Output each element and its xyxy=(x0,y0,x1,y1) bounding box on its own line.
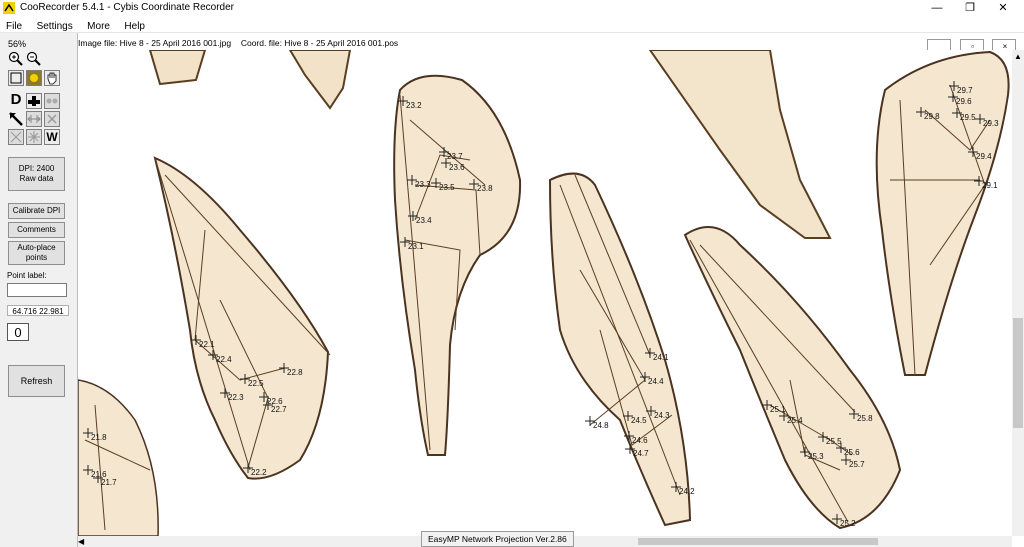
window-title: CooRecorder 5.4.1 - Cybis Coordinate Rec… xyxy=(20,2,234,13)
point-label-input[interactable] xyxy=(7,283,67,297)
auto-place-label-1: Auto-place xyxy=(17,243,56,252)
point-label-text: 22.3 xyxy=(228,393,244,402)
point-label-text: 25.7 xyxy=(849,460,865,469)
point-label-text: 25.8 xyxy=(857,414,873,423)
scroll-up-icon[interactable]: ▲ xyxy=(1013,52,1023,62)
point-label-text: 23.5 xyxy=(439,183,455,192)
point-label-text: 29.8 xyxy=(924,112,940,121)
vertical-scrollbar[interactable]: ▲ xyxy=(1012,50,1024,536)
point-label-text: 29.7 xyxy=(957,86,973,95)
menu-more[interactable]: More xyxy=(81,19,114,32)
app-logo-icon xyxy=(3,2,15,14)
point-label-text: 22.1 xyxy=(199,340,215,349)
point-label-text: 23.1 xyxy=(408,242,424,251)
image-canvas[interactable]: 21.8 21.6 21.7 22.1 22.4 22.5 22.8 22.3 22.6 22.7… xyxy=(78,50,1012,536)
point-label-text: 23.8 xyxy=(477,184,493,193)
point-label-text: 21.7 xyxy=(101,478,117,487)
point-label-text: 21.8 xyxy=(91,433,107,442)
point-label-text: 23.2 xyxy=(406,101,422,110)
dpi-value: DPI: 2400 xyxy=(18,164,55,173)
menu-help[interactable]: Help xyxy=(118,19,149,32)
point-label-text: 29.5 xyxy=(960,113,976,122)
pan-hand-icon[interactable] xyxy=(44,70,60,86)
point-label-text: 24.3 xyxy=(654,411,670,420)
maximize-button[interactable]: ❐ xyxy=(955,0,985,16)
dpi-button[interactable]: DPI: 2400 Raw data xyxy=(8,157,65,191)
point-label-text: 23.3 xyxy=(415,180,431,189)
point-label-text: 29.4 xyxy=(976,152,992,161)
point-label-text: 22.7 xyxy=(271,405,287,414)
title-bar: CooRecorder 5.4.1 - Cybis Coordinate Rec… xyxy=(0,0,1024,16)
close-button[interactable]: ✕ xyxy=(988,0,1018,16)
calibrate-dpi-button[interactable]: Calibrate DPI xyxy=(8,203,65,219)
point-label-text: 24.6 xyxy=(632,436,648,445)
point-count: 0 xyxy=(7,323,29,341)
point-type-icon[interactable] xyxy=(26,93,42,109)
delete-point-icon[interactable] xyxy=(44,111,60,127)
move-point-icon[interactable] xyxy=(26,111,42,127)
gap-point-icon[interactable] xyxy=(44,93,60,109)
point-marker[interactable]: 24.8 xyxy=(585,416,609,430)
point-label-text: 29.3 xyxy=(983,119,999,128)
point-label-text: 22.8 xyxy=(287,368,303,377)
image-view-icon[interactable] xyxy=(26,70,42,86)
auto-place-points-button[interactable]: Auto-place points xyxy=(8,241,65,265)
menu-settings[interactable]: Settings xyxy=(31,19,77,32)
comments-button[interactable]: Comments xyxy=(8,222,65,238)
point-label-text: 23.6 xyxy=(449,163,465,172)
distance-mode-icon[interactable]: D xyxy=(8,92,24,109)
point-label-text: 24.1 xyxy=(653,353,669,362)
point-label-text: 25.3 xyxy=(808,452,824,461)
cursor-coordinates: 64.716 22.981 xyxy=(7,305,69,316)
point-label-text: 25.4 xyxy=(787,416,803,425)
point-label-text: 24.8 xyxy=(593,421,609,430)
point-label-text: 24.7 xyxy=(633,449,649,458)
refresh-button[interactable]: Refresh xyxy=(8,365,65,397)
point-label-caption: Point label: xyxy=(7,271,47,280)
file-info-bar: Image file: Hive 8 - 25 April 2016 001.j… xyxy=(78,38,398,48)
point-label-text: 24.2 xyxy=(679,487,695,496)
point-label-text: 24.4 xyxy=(648,377,664,386)
horizontal-scroll-thumb[interactable] xyxy=(638,538,878,545)
auto-place-label-2: points xyxy=(25,253,48,262)
network-projection-tooltip: EasyMP Network Projection Ver.2.86 xyxy=(421,531,574,547)
zoom-out-icon[interactable] xyxy=(26,51,42,67)
point-label-text: 25.5 xyxy=(826,437,842,446)
pointer-arrow-icon[interactable] xyxy=(8,111,24,127)
zoom-in-icon[interactable] xyxy=(8,51,24,67)
point-label-text: 22.4 xyxy=(216,355,232,364)
dpi-mode: Raw data xyxy=(19,174,54,183)
asterisk-marker-icon[interactable] xyxy=(26,129,42,145)
width-mode-icon[interactable]: W xyxy=(44,129,60,145)
image-file-name: Image file: Hive 8 - 25 April 2016 001.j… xyxy=(78,38,232,48)
point-label-text: 25.2 xyxy=(840,519,856,528)
point-label-text: 24.5 xyxy=(631,416,647,425)
point-label-text: 22.5 xyxy=(248,379,264,388)
menu-bar: File Settings More Help _ ▫ × xyxy=(0,16,1024,53)
scroll-left-icon[interactable]: ◀ xyxy=(78,536,88,547)
point-label-text: 29.1 xyxy=(982,181,998,190)
minimize-button[interactable]: — xyxy=(922,0,952,16)
point-label-text: 23.7 xyxy=(447,152,463,161)
coord-file-name: Coord. file: Hive 8 - 25 April 2016 001.… xyxy=(240,38,399,48)
cross-marker-icon[interactable] xyxy=(8,129,24,145)
point-label-text: 23.4 xyxy=(416,216,432,225)
vertical-scroll-thumb[interactable] xyxy=(1013,318,1023,428)
point-label-text: 22.2 xyxy=(251,468,267,477)
tool-panel: 56% D W DPI: 2400 Raw data Calibrate DPI xyxy=(0,33,78,547)
point-label-text: 29.6 xyxy=(956,97,972,106)
wing-membranes xyxy=(78,50,1010,536)
menu-file[interactable]: File xyxy=(0,19,26,32)
select-rectangle-icon[interactable] xyxy=(8,70,24,86)
wing-image: 21.821.621.722.122.422.522.822.3 22.622.7… xyxy=(78,50,1010,536)
zoom-level: 56% xyxy=(8,39,27,49)
